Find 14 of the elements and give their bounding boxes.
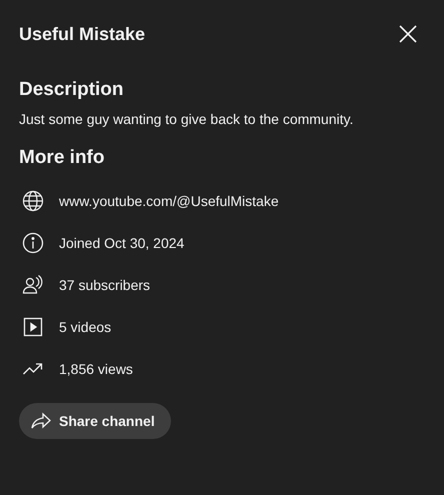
- description-text: Just some guy wanting to give back to the community.: [19, 111, 354, 127]
- info-text: Joined Oct 30, 2024: [59, 235, 184, 251]
- info-icon: [21, 231, 45, 255]
- info-text: 1,856 views: [59, 361, 133, 377]
- globe-icon: [21, 189, 45, 213]
- section-heading: More info: [19, 147, 106, 169]
- channel-link[interactable]: www.youtube.com/@UsefulMistake: [59, 193, 279, 209]
- section-heading: Description: [19, 79, 125, 101]
- info-text: 37 subscribers: [59, 277, 150, 293]
- share-button[interactable]: Share channel: [19, 403, 171, 439]
- info-text: 5 videos: [59, 319, 112, 335]
- channel-title: Useful Mistake: [19, 24, 146, 44]
- play-icon: [21, 315, 45, 339]
- close-icon[interactable]: [398, 24, 418, 44]
